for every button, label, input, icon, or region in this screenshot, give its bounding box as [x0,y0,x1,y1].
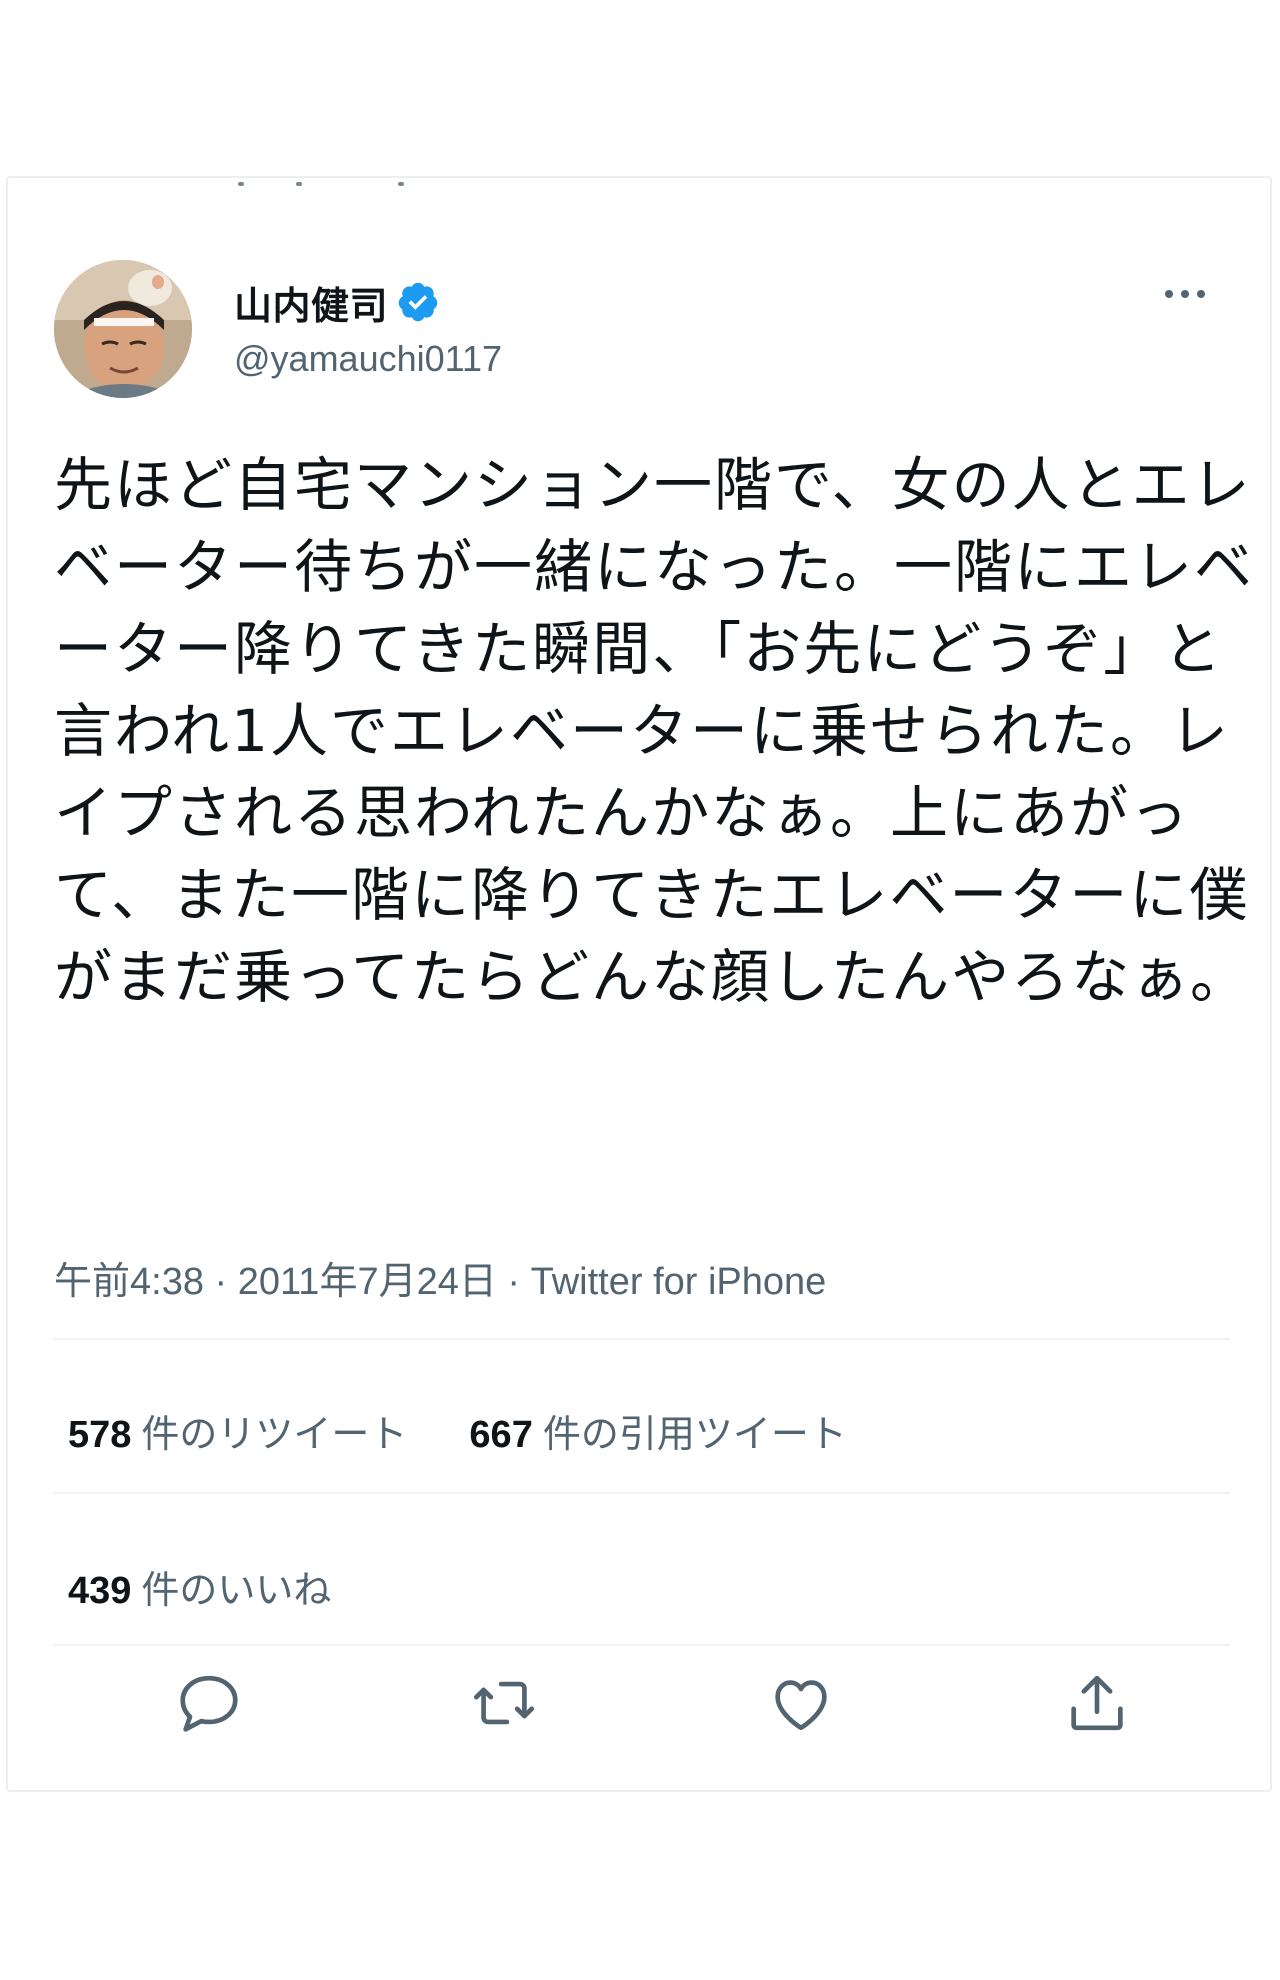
like-icon[interactable] [766,1668,836,1738]
quotes-label: 件の引用ツイート [542,1413,847,1456]
author-names: 山内健司 @yamauchi0117 [234,274,502,380]
divider [54,1338,1230,1340]
divider [54,1492,1230,1494]
likes-count: 439 [68,1569,132,1612]
more-icon[interactable] [1160,282,1210,306]
retweets-label: 件のリツイート [141,1413,408,1456]
verified-badge-icon [396,280,440,324]
author-handle[interactable]: @yamauchi0117 [234,338,502,380]
cropped-content-marks [238,182,438,188]
likes-stat[interactable]: 439 件のいいね [68,1559,331,1614]
display-name-row: 山内健司 [234,274,502,330]
avatar[interactable] [54,260,192,398]
engagement-stats-row: 578 件のリツイート 667 件の引用ツイート [68,1400,909,1460]
share-icon[interactable] [1062,1668,1132,1738]
tweet-text: 先ほど自宅マンション一階で、女の人とエレベーター待ちが一緒になった。一階にエレベ… [54,451,1255,1011]
quotes-count: 667 [469,1413,533,1456]
retweet-icon[interactable] [469,1668,539,1738]
divider [54,1644,1230,1646]
likes-stats-row: 439 件のいいね [68,1556,393,1616]
retweets-count: 578 [68,1413,132,1456]
action-bar [54,1668,1230,1748]
tweet-card: 山内健司 @yamauchi0117 先ほど自宅マンション一階で、女の人とエレベ… [6,176,1272,1792]
reply-icon[interactable] [174,1668,244,1738]
retweets-stat[interactable]: 578 件のリツイート [68,1403,407,1458]
likes-label: 件のいいね [141,1569,332,1612]
quotes-stat[interactable]: 667 件の引用ツイート [469,1403,846,1458]
display-name[interactable]: 山内健司 [234,275,388,330]
tweet-meta[interactable]: 午前4:38 · 2011年7月24日 · Twitter for iPhone [54,1250,826,1305]
tweet-header: 山内健司 @yamauchi0117 [54,260,1234,400]
